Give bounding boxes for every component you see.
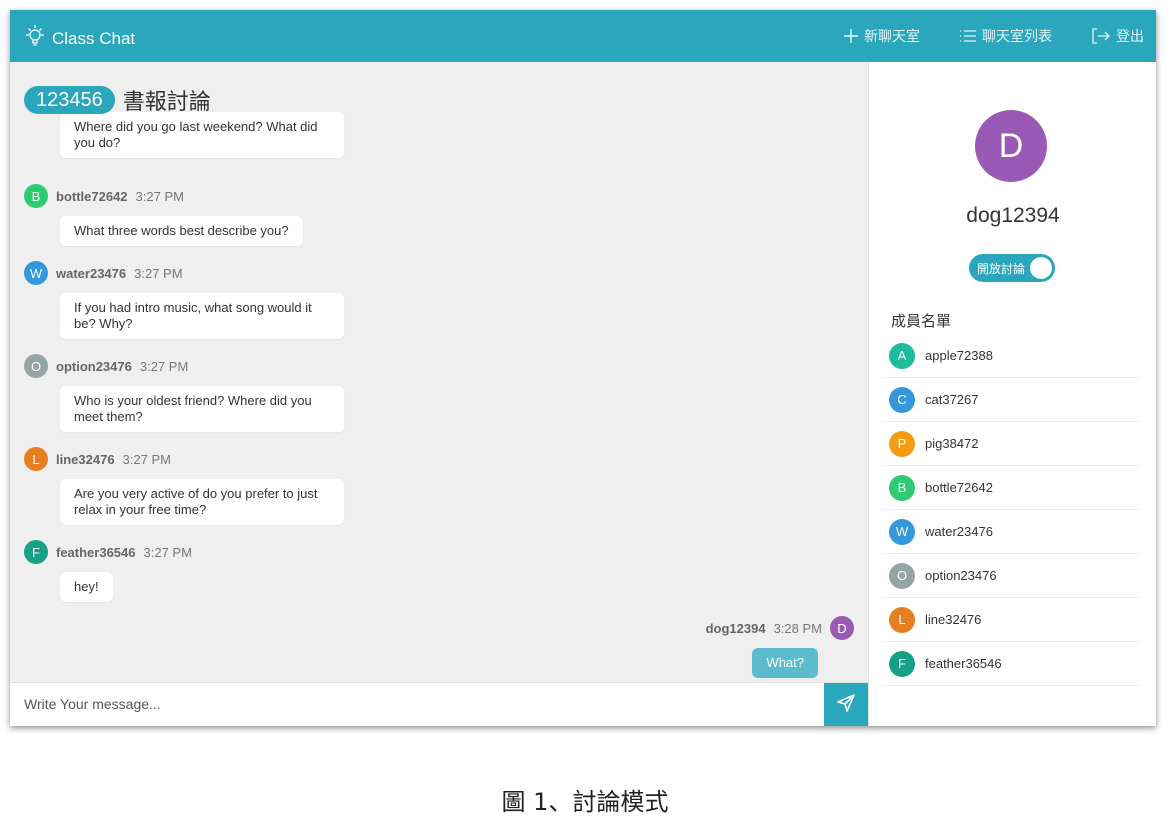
message-composer [10, 682, 868, 726]
message-bubble: hey! [60, 572, 113, 602]
message-bubble: What? [752, 648, 818, 678]
user-avatar: L [24, 447, 48, 471]
member-name: bottle72642 [925, 480, 993, 495]
message-username: option23476 [56, 358, 132, 374]
top-navbar: Class Chat 新聊天室 聊天室列表 登出 [10, 10, 1156, 62]
logout-label: 登出 [1116, 28, 1144, 44]
members-title: 成員名單 [891, 313, 952, 330]
toggle-knob [1030, 257, 1052, 279]
member-item[interactable]: C cat37267 [881, 378, 1139, 422]
brand[interactable]: Class Chat [24, 24, 135, 53]
user-avatar: W [24, 261, 48, 285]
message-username: feather36546 [56, 544, 136, 560]
lightbulb-icon [24, 24, 46, 53]
room-list-button[interactable]: 聊天室列表 [960, 26, 1052, 46]
member-avatar: P [889, 430, 915, 457]
brand-title: Class Chat [52, 28, 136, 48]
send-button[interactable] [824, 683, 868, 726]
member-list: A apple72388 C cat37267 P pig38472 B bot… [881, 334, 1139, 686]
message-item: L line32476 3:27 PM Are you very active … [24, 447, 344, 525]
member-avatar: A [889, 342, 915, 369]
member-name: pig38472 [925, 436, 979, 451]
message-username: dog12394 [705, 620, 766, 636]
list-icon [960, 29, 976, 43]
logout-button[interactable]: 登出 [1092, 26, 1144, 46]
member-avatar: L [889, 606, 915, 633]
room-header: 123456 書報討論 [24, 84, 211, 116]
new-room-button[interactable]: 新聊天室 [844, 26, 920, 46]
member-item[interactable]: B bottle72642 [881, 466, 1139, 510]
member-item[interactable]: O option23476 [881, 554, 1139, 598]
member-name: option23476 [925, 568, 997, 583]
room-name: 書報討論 [122, 89, 211, 114]
message-username: bottle72642 [56, 188, 128, 204]
user-avatar: B [24, 184, 48, 208]
message-username: line32476 [56, 451, 115, 467]
member-name: feather36546 [925, 656, 1002, 671]
member-avatar: F [889, 650, 915, 677]
message-list[interactable]: Where did you go last weekend? What did … [10, 112, 868, 682]
paper-plane-icon [836, 693, 856, 718]
member-avatar: W [889, 518, 915, 545]
message-item: B bottle72642 3:27 PM What three words b… [24, 184, 303, 246]
message-input[interactable] [10, 683, 810, 725]
member-item[interactable]: P pig38472 [881, 422, 1139, 466]
message-time: 3:27 PM [134, 265, 183, 281]
app-window: Class Chat 新聊天室 聊天室列表 登出 123456 書報討論 Whe… [10, 10, 1156, 726]
profile-avatar: D [975, 110, 1047, 182]
open-discussion-toggle[interactable]: 開放討論 [969, 254, 1055, 282]
my-message-item: dog12394 3:28 PM D What? [706, 616, 854, 678]
new-room-label: 新聊天室 [864, 28, 920, 44]
member-avatar: O [889, 562, 915, 589]
logout-icon [1092, 28, 1110, 44]
message-username: water23476 [56, 265, 127, 281]
room-sidebar: D dog12394 開放討論 成員名單 A apple72388 C cat3… [868, 62, 1156, 726]
message-item: F feather36546 3:27 PM hey! [24, 540, 192, 602]
message-bubble: If you had intro music, what song would … [60, 293, 344, 339]
member-name: cat37267 [925, 392, 979, 407]
member-item[interactable]: W water23476 [881, 510, 1139, 554]
member-avatar: B [889, 474, 915, 501]
room-list-label: 聊天室列表 [982, 28, 1052, 44]
member-avatar: C [889, 386, 915, 413]
figure-caption: 圖 1、討論模式 [501, 788, 669, 816]
message-bubble: Who is your oldest friend? Where did you… [60, 386, 344, 432]
toggle-label: 開放討論 [977, 261, 1026, 276]
member-name: water23476 [925, 524, 993, 539]
message-item: O option23476 3:27 PM Who is your oldest… [24, 354, 344, 432]
chat-panel: 123456 書報討論 Where did you go last weeken… [10, 62, 868, 682]
message-time: 3:27 PM [122, 451, 171, 467]
member-item[interactable]: A apple72388 [881, 334, 1139, 378]
member-name: apple72388 [925, 348, 993, 363]
member-name: line32476 [925, 612, 982, 627]
member-item[interactable]: L line32476 [881, 598, 1139, 642]
message-bubble: Are you very active of do you prefer to … [60, 479, 344, 525]
message-time: 3:27 PM [135, 188, 184, 204]
message-bubble: Where did you go last weekend? What did … [60, 112, 344, 158]
user-avatar: D [830, 616, 854, 640]
message-bubble: What three words best describe you? [60, 216, 303, 246]
message-time: 3:27 PM [143, 544, 192, 560]
user-avatar: F [24, 540, 48, 564]
room-id-badge: 123456 [24, 86, 115, 114]
profile-name: dog12394 [966, 204, 1060, 227]
plus-icon [844, 29, 858, 43]
user-avatar: O [24, 354, 48, 378]
message-item: W water23476 3:27 PM If you had intro mu… [24, 261, 344, 339]
message-time: 3:27 PM [139, 358, 189, 374]
member-item[interactable]: F feather36546 [881, 642, 1139, 686]
message-time: 3:28 PM [773, 620, 822, 636]
